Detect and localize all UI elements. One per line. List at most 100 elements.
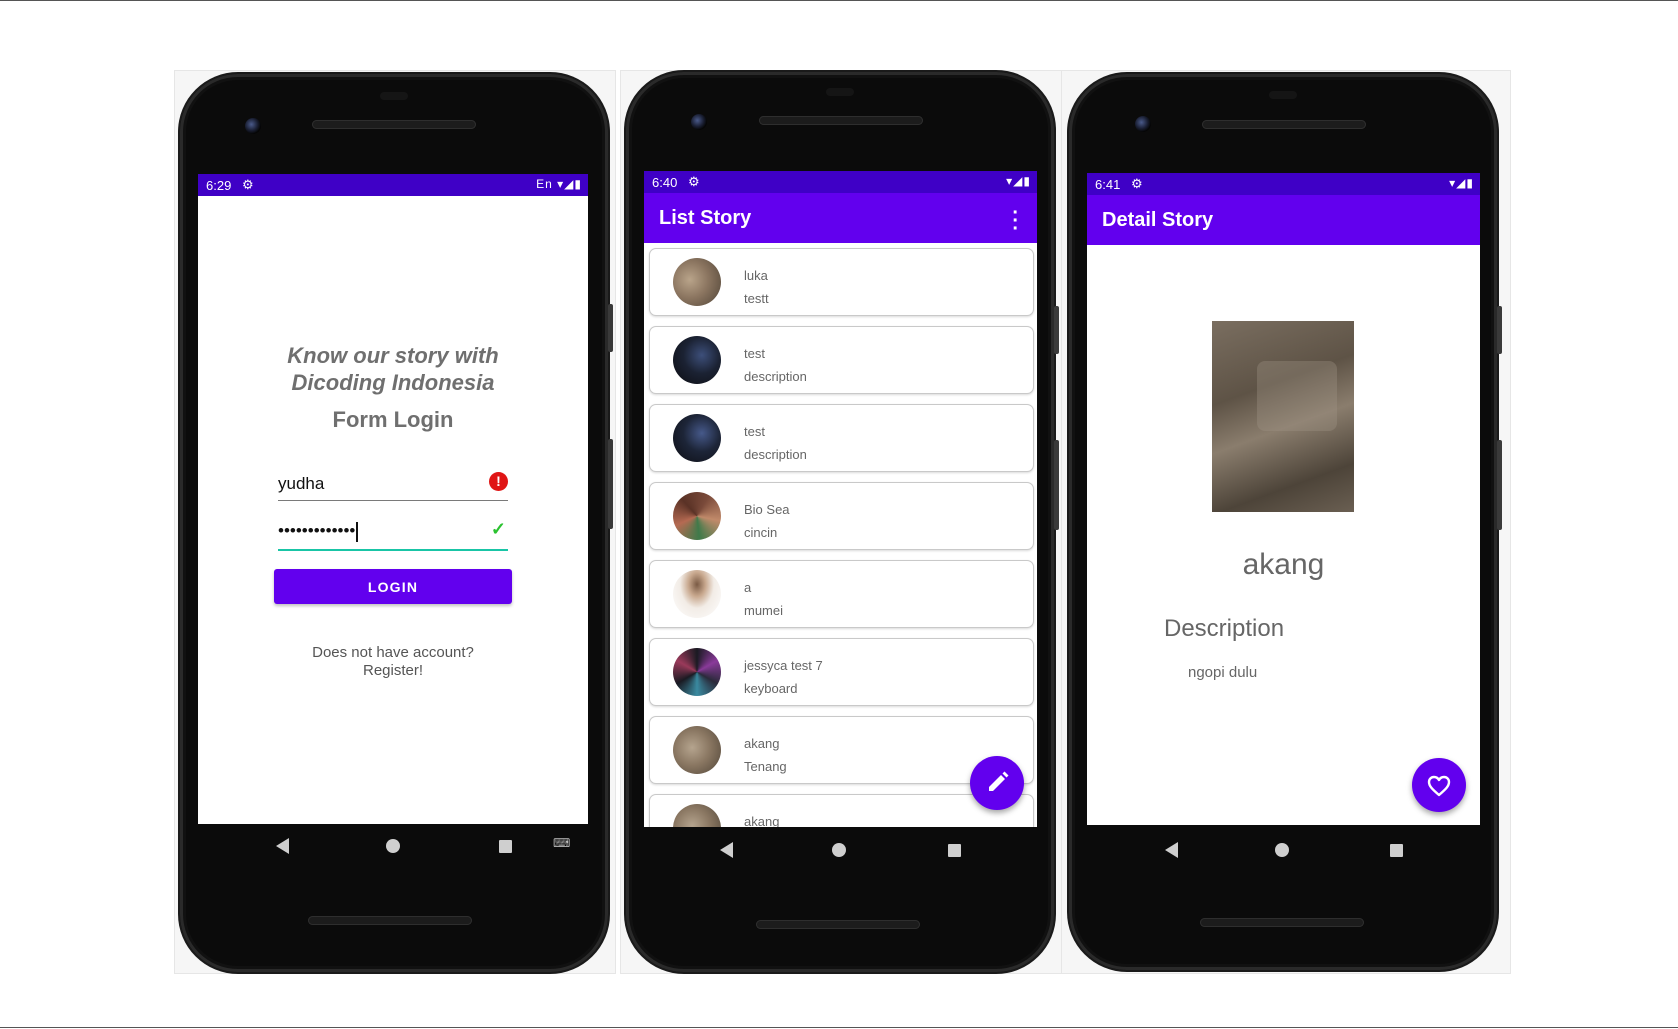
story-name: jessyca test 7 [744, 658, 823, 673]
register-link[interactable]: Does not have account? Register! [198, 644, 588, 680]
language-indicator: En [536, 177, 553, 191]
description-label: Description [1164, 615, 1285, 642]
settings-icon: ⚙ [688, 174, 700, 189]
heart-icon [1427, 775, 1451, 797]
phone-detail: 6:41 ⚙ ▾◢▮ Detail Story akang Descriptio… [1069, 74, 1502, 970]
story-card[interactable]: luka testt [649, 248, 1034, 316]
status-time: 6:41 [1095, 177, 1121, 192]
top-speaker [759, 116, 923, 125]
register-label: Register! [362, 662, 424, 679]
phone-list: 6:40 ⚙ ▾◢▮ List Story · · · luka testt tes… [626, 72, 1059, 972]
text-caret [356, 521, 359, 542]
form-title: Form Login [332, 407, 454, 432]
bottom-divider [0, 1027, 1678, 1028]
story-name: test [744, 346, 765, 361]
top-speaker [312, 120, 476, 129]
page-title: Detail Story [1102, 209, 1214, 231]
login-screen: 6:29 ⚙ En ▾◢▮ Know our story with Dicodi… [198, 174, 588, 824]
username-field[interactable]: yudha ! [278, 466, 508, 501]
status-icons: ▾◢▮ [1006, 174, 1031, 188]
bottom-speaker [1200, 918, 1364, 927]
password-dots: ••••••••••••• [278, 521, 356, 540]
volume-button [608, 439, 613, 529]
front-camera [245, 118, 261, 134]
keyboard-icon[interactable]: ⌨ [553, 836, 570, 850]
back-icon[interactable] [276, 838, 289, 854]
recents-icon[interactable] [499, 840, 512, 853]
phone-login: 6:29 ⚙ En ▾◢▮ Know our story with Dicodi… [180, 74, 613, 972]
password-field[interactable]: ••••••••••••• ✓ [278, 515, 508, 551]
story-description: description [744, 447, 807, 462]
story-name: luka [744, 268, 768, 283]
earpiece-sensor [826, 88, 854, 96]
top-speaker [1202, 120, 1366, 129]
earpiece-sensor [380, 92, 408, 100]
recents-icon[interactable] [948, 844, 961, 857]
status-bar: 6:41 ⚙ ▾◢▮ [1087, 173, 1480, 195]
story-avatar [673, 414, 721, 462]
story-description: mumei [744, 603, 784, 618]
story-avatar [673, 336, 721, 384]
password-value: ••••••••••••• [278, 521, 359, 542]
story-name: a [744, 580, 752, 595]
front-camera [1135, 116, 1151, 132]
story-description: ngopi dulu [1188, 664, 1258, 681]
bottom-speaker [308, 916, 472, 925]
username-value: yudha [278, 474, 325, 493]
story-name: Bio Sea [744, 502, 790, 517]
recents-icon[interactable] [1390, 844, 1403, 857]
front-camera [691, 114, 707, 130]
add-story-button[interactable] [970, 756, 1024, 810]
home-icon[interactable] [1275, 843, 1289, 857]
overflow-menu-icon[interactable]: · · · [1012, 203, 1019, 239]
favorite-button[interactable] [1412, 758, 1466, 812]
home-icon[interactable] [832, 843, 846, 857]
story-card[interactable]: jessyca test 7 keyboard [649, 638, 1034, 706]
tagline: Know our story with Dicoding Indonesia [287, 343, 499, 395]
volume-button [1497, 440, 1502, 530]
story-photo [1212, 321, 1354, 512]
login-button[interactable]: LOGIN [274, 569, 512, 604]
status-icons: ▾◢▮ [1449, 176, 1474, 190]
list-screen: 6:40 ⚙ ▾◢▮ List Story · · · luka testt tes… [644, 171, 1037, 827]
status-bar: 6:29 ⚙ En ▾◢▮ [198, 174, 588, 196]
power-button [1497, 306, 1502, 354]
story-name: test [744, 424, 765, 439]
power-button [608, 304, 613, 352]
story-name: akang [744, 736, 780, 751]
story-description: cincin [744, 525, 778, 540]
story-card[interactable]: test description [649, 404, 1034, 472]
story-card[interactable]: Bio Sea cincin [649, 482, 1034, 550]
status-time: 6:29 [206, 178, 232, 193]
detail-screen: 6:41 ⚙ ▾◢▮ Detail Story akang Descriptio… [1087, 173, 1480, 825]
back-icon[interactable] [1165, 842, 1178, 858]
story-avatar [673, 726, 721, 774]
check-icon: ✓ [490, 519, 506, 539]
top-divider [0, 0, 1678, 1]
error-icon: ! [489, 472, 508, 491]
pencil-icon [989, 771, 1009, 791]
story-avatar [673, 492, 721, 540]
settings-icon: ⚙ [242, 177, 254, 192]
status-icons: En ▾◢▮ [536, 177, 582, 191]
status-bar: 6:40 ⚙ ▾◢▮ [644, 171, 1037, 193]
page-title: List Story [659, 207, 752, 229]
back-icon[interactable] [720, 842, 733, 858]
app-bar: List Story · · · [644, 193, 1037, 243]
story-description: description [744, 369, 807, 384]
story-avatar [673, 570, 721, 618]
power-button [1054, 306, 1059, 354]
story-name: akang [744, 814, 780, 827]
status-time: 6:40 [652, 175, 678, 190]
bottom-speaker [756, 920, 920, 929]
settings-icon: ⚙ [1131, 176, 1143, 191]
story-avatar [673, 648, 721, 696]
story-description: keyboard [744, 681, 798, 696]
story-description: testt [744, 291, 769, 306]
home-icon[interactable] [386, 839, 400, 853]
story-card[interactable]: test description [649, 326, 1034, 394]
story-card[interactable]: a mumei [649, 560, 1034, 628]
earpiece-sensor [1269, 91, 1297, 99]
story-author: akang [1242, 548, 1325, 581]
app-bar: Detail Story [1087, 195, 1480, 245]
